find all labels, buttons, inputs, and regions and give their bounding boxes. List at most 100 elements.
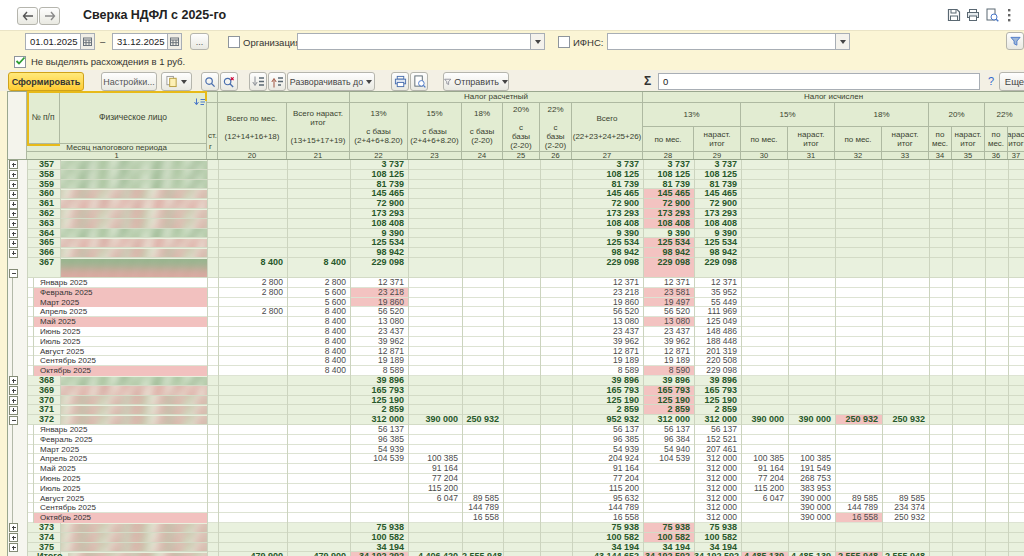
value-cell-c27[interactable]: 72 900	[572, 199, 642, 209]
value-cell-c28[interactable]: 9 390	[643, 229, 693, 239]
value-cell-c28[interactable]: 108 125	[643, 170, 693, 180]
value-cell-c20[interactable]: 2 800	[218, 307, 286, 317]
value-cell-c22[interactable]: 12 371	[350, 278, 407, 288]
value-cell-c27[interactable]: 115 200	[572, 484, 642, 494]
value-cell-c27[interactable]: 229 098	[572, 258, 642, 268]
row-number[interactable]: 358	[27, 170, 57, 180]
value-cell-c22[interactable]: 100 582	[350, 533, 407, 543]
value-cell-c29[interactable]: 125 190	[694, 396, 740, 406]
expand-expander[interactable]	[9, 209, 18, 218]
expand-expander[interactable]	[9, 160, 18, 169]
value-cell-c22[interactable]: 13 080	[350, 317, 407, 327]
value-cell-c28[interactable]: 108 408	[643, 219, 693, 229]
value-cell-c27[interactable]: 23 218	[572, 288, 642, 298]
value-cell-c28[interactable]: 96 384	[643, 435, 693, 445]
value-cell-c28[interactable]: 165 793	[643, 386, 693, 396]
value-cell-c22[interactable]: 56 137	[350, 425, 407, 435]
value-cell-c27[interactable]: 39 962	[572, 337, 642, 347]
value-cell-c33[interactable]: 2 555 948	[882, 552, 928, 556]
value-cell-c28[interactable]: 100 582	[643, 533, 693, 543]
row-number[interactable]: 368	[27, 376, 57, 386]
value-cell-c27[interactable]: 9 390	[572, 229, 642, 239]
value-cell-c27[interactable]: 8 589	[572, 366, 642, 376]
expand-expander[interactable]	[9, 376, 18, 385]
value-cell-c29[interactable]: 111 969	[694, 307, 740, 317]
value-cell-c22[interactable]: 34 192 292	[350, 552, 407, 556]
value-cell-c21[interactable]: 8 400	[287, 258, 349, 268]
value-cell-c28[interactable]: 54 940	[643, 445, 693, 455]
value-cell-c21[interactable]: 8 400	[287, 347, 349, 357]
value-cell-c27[interactable]: 19 189	[572, 356, 642, 366]
value-cell-c22[interactable]: 145 465	[350, 189, 407, 199]
value-cell-c29[interactable]: 201 319	[694, 347, 740, 357]
value-cell-c29[interactable]: 229 098	[694, 258, 740, 268]
value-cell-c29[interactable]: 34 192 592	[694, 552, 740, 556]
row-number[interactable]: 359	[27, 180, 57, 190]
value-cell-c29[interactable]: 312 000	[694, 513, 740, 523]
value-cell-c29[interactable]: 148 486	[694, 327, 740, 337]
value-cell-c29[interactable]: 145 465	[694, 189, 740, 199]
value-cell-c29[interactable]: 108 125	[694, 170, 740, 180]
value-cell-c27[interactable]: 145 465	[572, 189, 642, 199]
value-cell-c30[interactable]: 390 000	[741, 415, 787, 425]
value-cell-c24[interactable]: 250 932	[462, 415, 502, 425]
value-cell-c28[interactable]: 12 371	[643, 278, 693, 288]
value-cell-c28[interactable]: 23 581	[643, 288, 693, 298]
value-cell-c31[interactable]: 268 753	[788, 474, 834, 484]
value-cell-c23[interactable]: 390 000	[408, 415, 461, 425]
value-cell-c27[interactable]: 125 190	[572, 396, 642, 406]
value-cell-c27[interactable]: 54 939	[572, 445, 642, 455]
value-cell-c22[interactable]: 19 860	[350, 298, 407, 308]
expand-expander[interactable]	[9, 523, 18, 532]
value-cell-c28[interactable]: 81 739	[643, 180, 693, 190]
value-cell-c20[interactable]: 2 800	[218, 278, 286, 288]
value-cell-c20[interactable]: 8 400	[218, 258, 286, 268]
value-cell-c29[interactable]: 3 737	[694, 160, 740, 170]
expand-expander[interactable]	[9, 219, 18, 228]
value-cell-c27[interactable]: 125 534	[572, 238, 642, 248]
value-cell-c22[interactable]: 104 539	[350, 454, 407, 464]
value-cell-c22[interactable]: 3 737	[350, 160, 407, 170]
value-cell-c29[interactable]: 312 000	[694, 494, 740, 504]
value-cell-c22[interactable]: 165 793	[350, 386, 407, 396]
value-cell-c29[interactable]: 173 293	[694, 209, 740, 219]
value-cell-c28[interactable]: 13 080	[643, 317, 693, 327]
value-cell-c27[interactable]: 96 385	[572, 435, 642, 445]
value-cell-c32[interactable]: 144 789	[835, 503, 881, 513]
expand-expander[interactable]	[9, 229, 18, 238]
value-cell-c29[interactable]: 188 448	[694, 337, 740, 347]
value-cell-c33[interactable]: 250 932	[882, 415, 928, 425]
value-cell-c29[interactable]: 108 408	[694, 219, 740, 229]
expand-expander[interactable]	[9, 249, 18, 258]
value-cell-c29[interactable]: 229 098	[694, 366, 740, 376]
row-number[interactable]: 366	[27, 248, 57, 258]
value-cell-c27[interactable]: 165 793	[572, 386, 642, 396]
value-cell-c29[interactable]: 98 942	[694, 248, 740, 258]
value-cell-c28[interactable]: 104 539	[643, 454, 693, 464]
value-cell-c28[interactable]: 12 871	[643, 347, 693, 357]
value-cell-c27[interactable]: 12 871	[572, 347, 642, 357]
value-cell-c29[interactable]: 2 859	[694, 405, 740, 415]
value-cell-c33[interactable]: 250 932	[882, 513, 928, 523]
value-cell-c20[interactable]: 2 800	[218, 288, 286, 298]
value-cell-c22[interactable]: 98 942	[350, 248, 407, 258]
value-cell-c22[interactable]: 81 739	[350, 180, 407, 190]
value-cell-c27[interactable]: 56 520	[572, 307, 642, 317]
value-cell-c28[interactable]: 72 900	[643, 199, 693, 209]
value-cell-c29[interactable]: 56 137	[694, 425, 740, 435]
value-cell-c30[interactable]: 6 047	[741, 494, 787, 504]
value-cell-c32[interactable]: 16 558	[835, 513, 881, 523]
value-cell-c24[interactable]: 89 585	[462, 494, 502, 504]
value-cell-c29[interactable]: 72 900	[694, 199, 740, 209]
value-cell-c29[interactable]: 55 449	[694, 298, 740, 308]
value-cell-c31[interactable]: 390 000	[788, 513, 834, 523]
value-cell-c24[interactable]: 2 555 948	[462, 552, 502, 556]
value-cell-c22[interactable]: 34 194	[350, 543, 407, 553]
value-cell-c27[interactable]: 39 896	[572, 376, 642, 386]
row-number[interactable]: 372	[27, 415, 57, 425]
value-cell-c32[interactable]: 89 585	[835, 494, 881, 504]
row-number[interactable]: 369	[27, 386, 57, 396]
value-cell-c30[interactable]: 91 164	[741, 464, 787, 474]
value-cell-c29[interactable]: 312 000	[694, 464, 740, 474]
value-cell-c27[interactable]: 2 859	[572, 405, 642, 415]
